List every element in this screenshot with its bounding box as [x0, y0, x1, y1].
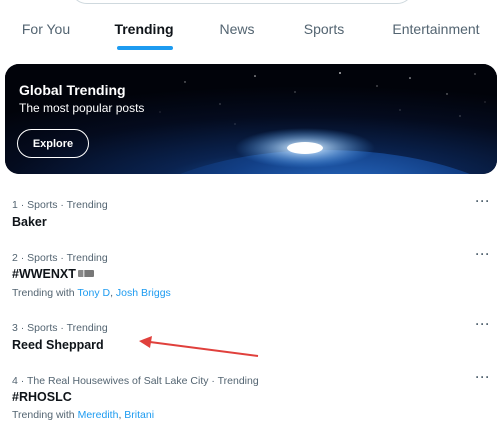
trend-name: #RHOSLC: [12, 390, 72, 404]
more-options-button[interactable]: ···: [472, 195, 494, 211]
tab-label: Trending: [114, 21, 174, 37]
tab-entertainment[interactable]: Entertainment: [370, 0, 500, 56]
more-options-button[interactable]: ···: [472, 371, 494, 387]
explore-button[interactable]: Explore: [17, 129, 89, 158]
trend-item[interactable]: 2 · Sports · Trending #WWENXT Trending w…: [0, 248, 500, 304]
wwe-nxt-logo-icon: [77, 270, 94, 277]
trend-name: Reed Sheppard: [12, 338, 104, 352]
trend-item[interactable]: 4 · The Real Housewives of Salt Lake Cit…: [0, 371, 500, 427]
trend-with-prefix: Trending with: [12, 287, 75, 299]
trend-name: #WWENXT: [12, 267, 94, 281]
more-options-button[interactable]: ···: [472, 248, 494, 264]
trend-meta: 4 · The Real Housewives of Salt Lake Cit…: [12, 375, 259, 387]
tab-news[interactable]: News: [196, 0, 278, 56]
explore-tabs: For You Trending News Sports Entertainme…: [0, 0, 500, 56]
related-user-link[interactable]: Britani: [124, 409, 154, 421]
earth-space-image: [5, 64, 497, 174]
active-tab-indicator: [117, 46, 173, 50]
trend-meta: 3 · Sports · Trending: [12, 322, 108, 334]
banner-subtitle: The most popular posts: [19, 101, 145, 115]
trend-item[interactable]: 3 · Sports · Trending Reed Sheppard ···: [0, 318, 500, 358]
tab-label: Entertainment: [392, 21, 480, 37]
tab-sports[interactable]: Sports: [278, 0, 370, 56]
trend-name-text: #WWENXT: [12, 267, 76, 281]
trend-item[interactable]: 1 · Sports · Trending Baker ···: [0, 195, 500, 239]
banner-title: Global Trending: [19, 82, 126, 98]
trend-meta: 1 · Sports · Trending: [12, 199, 108, 211]
trend-related-users: Trending with Tony D, Josh Briggs: [12, 287, 171, 299]
trend-meta: 2 · Sports · Trending: [12, 252, 108, 264]
related-user-link[interactable]: Josh Briggs: [116, 287, 171, 299]
tab-label: News: [219, 21, 255, 37]
more-options-button[interactable]: ···: [472, 318, 494, 334]
trend-name: Baker: [12, 215, 47, 229]
trend-related-users: Trending with Meredith, Britani: [12, 409, 155, 421]
global-trending-banner: Global Trending The most popular posts E…: [5, 64, 497, 174]
tab-for-you[interactable]: For You: [0, 0, 92, 56]
tab-label: For You: [21, 21, 71, 37]
related-user-link[interactable]: Tony D: [77, 287, 110, 299]
related-user-link[interactable]: Meredith: [78, 409, 119, 421]
tab-trending[interactable]: Trending: [92, 0, 196, 56]
tab-label: Sports: [303, 21, 345, 37]
trend-with-prefix: Trending with: [12, 409, 75, 421]
